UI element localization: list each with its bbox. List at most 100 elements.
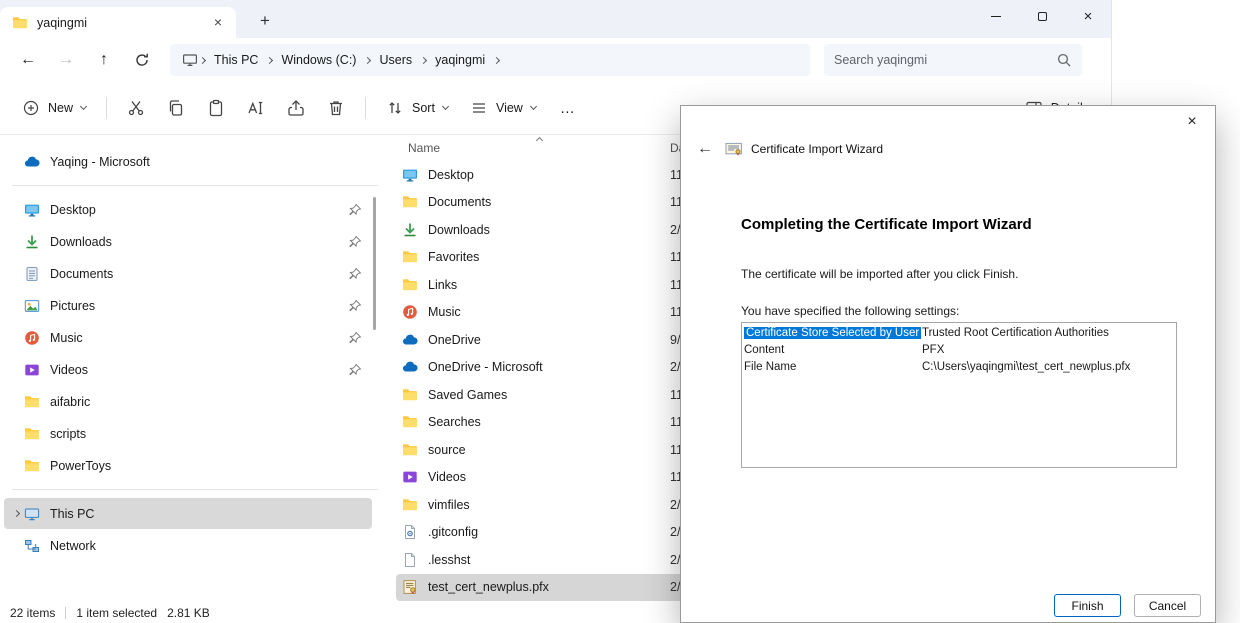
tab-yaqingmi[interactable]: yaqingmi × [0, 7, 236, 38]
pin-icon [348, 363, 362, 377]
setting-row[interactable]: ContentPFX [742, 342, 1176, 359]
expand-chevron-icon[interactable] [8, 511, 24, 516]
cut-icon [127, 99, 145, 117]
cert-icon [402, 579, 418, 595]
items-count: 22 items [10, 606, 55, 620]
file-name-cell: Saved Games [396, 387, 668, 403]
forward-button[interactable]: → [48, 45, 84, 75]
file-name-cell: Links [396, 277, 668, 293]
sidebar-item-network[interactable]: Network [4, 530, 372, 561]
refresh-button[interactable] [124, 45, 160, 75]
sidebar-item-label: aifabric [50, 395, 362, 409]
pin-icon [348, 331, 362, 345]
maximize-button[interactable] [1019, 0, 1065, 32]
chevron-down-icon [80, 103, 87, 110]
folder-icon [402, 387, 418, 403]
sidebar-folder-list: aifabric scriptsPowerToys [0, 386, 378, 481]
up-button[interactable]: ↑ [86, 45, 122, 75]
sidebar: Yaqing - Microsoft Desktop Downloads Docum… [0, 135, 378, 603]
sidebar-item-this-pc[interactable]: This PC [4, 498, 372, 529]
trash-icon [327, 99, 345, 117]
folder-icon [24, 458, 40, 474]
file-name: .lesshst [428, 553, 470, 567]
back-button[interactable]: ← [10, 45, 46, 75]
file-name-cell: OneDrive - Microsoft [396, 359, 668, 375]
wizard-heading: Completing the Certificate Import Wizard [741, 216, 1175, 233]
breadcrumb-item-windows-c[interactable]: Windows (C:) [274, 53, 363, 67]
copy-button[interactable] [157, 90, 195, 126]
setting-key: Certificate Store Selected by User [744, 325, 920, 342]
delete-button[interactable] [317, 90, 355, 126]
selection-count: 1 item selected [76, 606, 157, 620]
file-icon [402, 552, 418, 568]
onedrive-icon [402, 359, 418, 375]
column-header-name[interactable]: Name [396, 135, 668, 161]
setting-row[interactable]: Certificate Store Selected by UserTruste… [742, 325, 1176, 342]
sidebar-item-label: Music [50, 331, 340, 345]
pin-icon [348, 299, 362, 313]
close-button[interactable]: × [1065, 0, 1111, 32]
sidebar-item-label: Desktop [50, 203, 340, 217]
new-button[interactable]: New [12, 90, 96, 126]
rename-button[interactable] [237, 90, 275, 126]
sidebar-item-onedrive[interactable]: Yaqing - Microsoft [4, 146, 372, 177]
dialog-titlebar[interactable]: × [681, 106, 1215, 136]
setting-row[interactable]: File NameC:\Users\yaqingmi\test_cert_new… [742, 359, 1176, 376]
share-button[interactable] [277, 90, 315, 126]
window-controls: × [973, 0, 1111, 32]
breadcrumb-item-this-pc[interactable]: This PC [207, 53, 265, 67]
minimize-button[interactable] [973, 0, 1019, 32]
tab-close-icon[interactable]: × [208, 13, 228, 33]
navigation-bar: ← → ↑ This PC Windows (C:) Users yaqingmi [0, 38, 1111, 82]
sidebar-item-downloads[interactable]: Downloads [4, 226, 372, 257]
sidebar-item-label: Documents [50, 267, 340, 281]
sort-ascending-icon [536, 137, 543, 144]
music-icon [24, 330, 40, 346]
setting-key: File Name [744, 359, 920, 376]
finish-button[interactable]: Finish [1054, 594, 1121, 617]
sidebar-item-desktop[interactable]: Desktop [4, 194, 372, 225]
file-name-cell: OneDrive [396, 332, 668, 348]
file-name: Searches [428, 415, 481, 429]
search-input[interactable] [834, 53, 1056, 67]
dialog-footer: Finish Cancel [1054, 594, 1201, 617]
breadcrumb-item-yaqingmi[interactable]: yaqingmi [428, 53, 492, 67]
sidebar-item-documents[interactable]: Documents [4, 258, 372, 289]
settings-list[interactable]: Certificate Store Selected by UserTruste… [741, 322, 1177, 468]
file-name: test_cert_newplus.pfx [428, 580, 549, 594]
settings-label: You have specified the following setting… [741, 304, 1175, 318]
share-icon [287, 99, 305, 117]
dialog-close-button[interactable]: × [1177, 110, 1207, 134]
column-header-name-label: Name [408, 141, 440, 155]
file-name: Videos [428, 470, 466, 484]
sidebar-item-powertoys[interactable]: PowerToys [4, 450, 372, 481]
breadcrumb-item-users[interactable]: Users [372, 53, 419, 67]
new-tab-button[interactable]: + [250, 8, 280, 36]
search-icon[interactable] [1056, 52, 1072, 68]
cancel-button[interactable]: Cancel [1134, 594, 1201, 617]
file-name: Links [428, 278, 457, 292]
onedrive-icon [24, 154, 40, 170]
dialog-back-button[interactable]: ← [693, 140, 717, 158]
paste-button[interactable] [197, 90, 235, 126]
sidebar-system-list: This PCNetwork [0, 498, 378, 561]
sidebar-item-music[interactable]: Music [4, 322, 372, 353]
address-bar[interactable]: This PC Windows (C:) Users yaqingmi [170, 44, 810, 76]
minimize-icon [991, 16, 1001, 17]
folder-icon [24, 426, 40, 442]
sidebar-item-aifabric[interactable]: aifabric [4, 386, 372, 417]
setting-value: Trusted Root Certification Authorities [920, 325, 1176, 342]
cut-button[interactable] [117, 90, 155, 126]
sort-button[interactable]: Sort [376, 90, 458, 126]
selection-size: 2.81 KB [167, 606, 210, 620]
search-box[interactable] [824, 44, 1082, 76]
breadcrumb: This PC Windows (C:) Users yaqingmi [198, 53, 501, 67]
sidebar-scrollbar[interactable] [373, 197, 376, 330]
more-options-button[interactable]: … [548, 90, 588, 126]
sidebar-item-videos[interactable]: Videos [4, 354, 372, 385]
sidebar-item-pictures[interactable]: Pictures [4, 290, 372, 321]
sidebar-item-scripts[interactable]: scripts [4, 418, 372, 449]
chevron-down-icon [530, 103, 537, 110]
file-name-cell: .gitconfig [396, 524, 668, 540]
view-button[interactable]: View [460, 90, 546, 126]
